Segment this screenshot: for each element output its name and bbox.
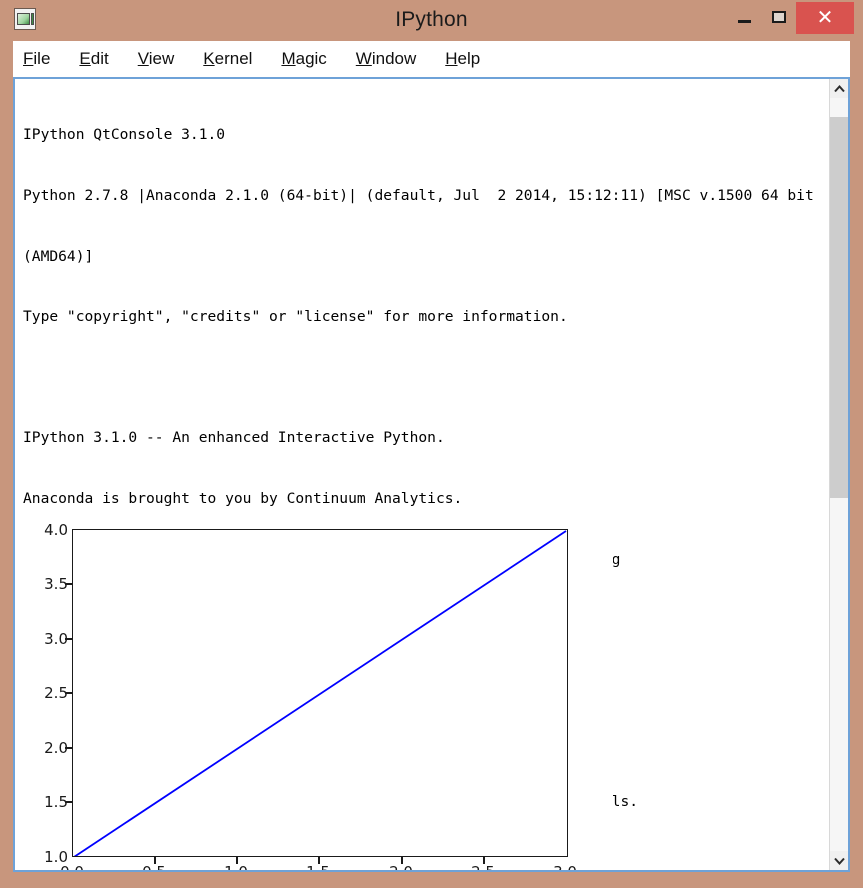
menu-label-rest: agic	[295, 49, 327, 68]
y-tick-label: 3.5	[44, 575, 68, 593]
menu-mnemonic: F	[23, 49, 34, 68]
y-tick-label: 3.0	[44, 630, 68, 648]
banner-line: Type "copyright", "credits" or "license"…	[23, 308, 568, 326]
console-panel: IPython QtConsole 3.1.0 Python 2.7.8 |An…	[13, 77, 850, 872]
scrollbar-track[interactable]	[830, 98, 848, 851]
y-tick-mark	[65, 638, 72, 640]
menu-item-file[interactable]: File	[23, 49, 50, 69]
x-tick-mark	[318, 857, 320, 864]
menu-item-kernel[interactable]: Kernel	[203, 49, 252, 69]
menu-item-help[interactable]: Help	[445, 49, 480, 69]
banner-blank-line	[23, 368, 814, 388]
minimize-icon	[737, 19, 751, 23]
x-tick-mark	[401, 857, 403, 864]
maximize-button[interactable]	[764, 0, 794, 33]
menu-item-view[interactable]: View	[138, 49, 175, 69]
close-button[interactable]: ✕	[796, 2, 854, 34]
x-tick-label: 3.0	[543, 863, 587, 870]
menu-mnemonic: W	[355, 49, 372, 68]
y-tick-mark	[65, 747, 72, 749]
chevron-down-icon	[833, 857, 845, 865]
menu-label-rest: indow	[371, 49, 417, 68]
menu-item-edit[interactable]: Edit	[79, 49, 108, 69]
x-tick-mark	[154, 857, 156, 864]
y-tick-label: 2.5	[44, 684, 68, 702]
y-tick-label: 4.0	[44, 521, 68, 539]
vertical-scrollbar[interactable]	[829, 79, 848, 870]
banner-line: (AMD64)]	[23, 247, 94, 265]
menu-mnemonic: K	[203, 49, 215, 68]
ipython-window: IPython ✕ File Edit View Kernel Magic Wi…	[0, 0, 863, 888]
y-tick-mark	[65, 583, 72, 585]
menu-item-window[interactable]: Window	[356, 49, 416, 69]
plot-axes-box	[72, 529, 568, 857]
menu-label-rest: ernel	[214, 49, 253, 68]
chevron-up-icon	[833, 84, 845, 92]
y-tick-label: 1.5	[44, 793, 68, 811]
x-tick-label: 1.5	[296, 863, 340, 870]
title-bar: IPython ✕	[0, 0, 863, 41]
close-icon: ✕	[816, 7, 834, 29]
menu-label-rest: iew	[148, 49, 175, 68]
x-tick-label: 2.0	[379, 863, 423, 870]
menu-bar: File Edit View Kernel Magic Window Help	[13, 41, 850, 77]
data-line-series-1	[73, 530, 567, 856]
menu-mnemonic: M	[281, 49, 296, 68]
scroll-up-button[interactable]	[830, 79, 848, 98]
banner-line: IPython 3.1.0 -- An enhanced Interactive…	[23, 429, 445, 447]
x-tick-label: 0.5	[132, 863, 176, 870]
x-tick-label: 2.5	[461, 863, 505, 870]
y-tick-label: 2.0	[44, 739, 68, 757]
x-tick-label: 0.0	[50, 863, 94, 870]
banner-line: Python 2.7.8 |Anaconda 2.1.0 (64-bit)| (…	[23, 187, 814, 204]
minimize-button[interactable]	[729, 0, 759, 33]
menu-item-magic[interactable]: Magic	[281, 49, 326, 69]
x-tick-mark	[236, 857, 238, 864]
menu-mnemonic: E	[79, 49, 91, 68]
scrollbar-thumb[interactable]	[830, 117, 848, 498]
y-tick-mark	[65, 801, 72, 803]
menu-mnemonic: V	[137, 49, 149, 68]
x-tick-mark	[483, 857, 485, 864]
plot-line-svg	[73, 530, 567, 856]
x-tick-label: 1.0	[214, 863, 258, 870]
banner-line: IPython QtConsole 3.1.0	[23, 126, 226, 144]
menu-label-rest: ile	[33, 49, 51, 68]
maximize-icon	[772, 10, 786, 23]
banner-line: Anaconda is brought to you by Continuum …	[23, 489, 463, 507]
matplotlib-figure[interactable]: 4.0 3.5 3.0 2.5 2.0 1.5 1.0 0.0 0.5	[23, 516, 613, 870]
menu-mnemonic: H	[445, 49, 458, 68]
y-tick-mark	[65, 692, 72, 694]
menu-label-rest: elp	[457, 49, 481, 68]
scroll-down-button[interactable]	[830, 851, 848, 870]
menu-label-rest: dit	[90, 49, 109, 68]
console-output-area[interactable]: IPython QtConsole 3.1.0 Python 2.7.8 |An…	[15, 79, 829, 870]
